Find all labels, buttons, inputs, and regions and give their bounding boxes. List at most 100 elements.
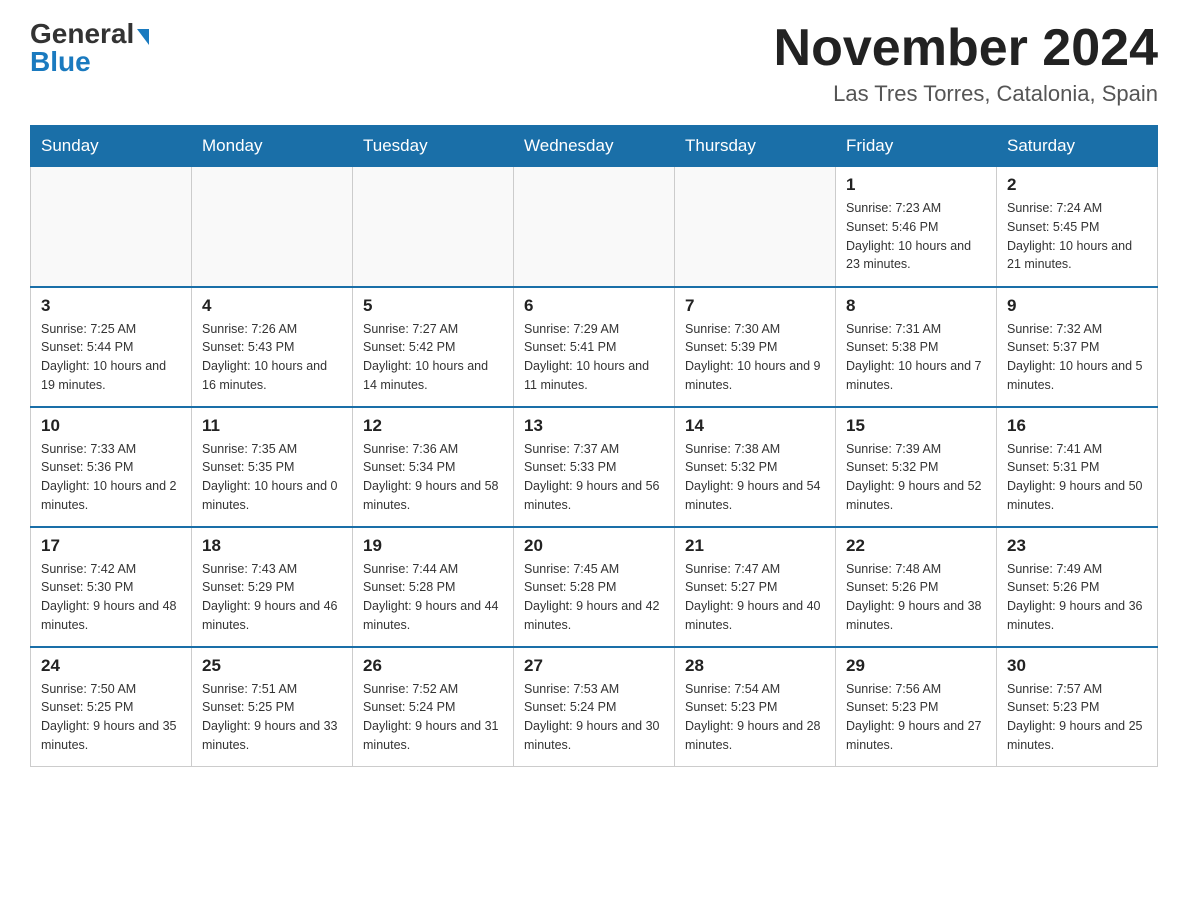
calendar-day-cell: 24 Sunrise: 7:50 AMSunset: 5:25 PMDayligh… xyxy=(31,647,192,767)
calendar-day-cell: 1 Sunrise: 7:23 AMSunset: 5:46 PMDaylight… xyxy=(836,167,997,287)
day-number: 23 xyxy=(1007,536,1147,556)
calendar-day-cell: 4 Sunrise: 7:26 AMSunset: 5:43 PMDaylight… xyxy=(192,287,353,407)
day-number: 22 xyxy=(846,536,986,556)
day-sun-info: Sunrise: 7:44 AMSunset: 5:28 PMDaylight:… xyxy=(363,562,499,632)
day-header-wednesday: Wednesday xyxy=(514,126,675,167)
calendar-day-cell: 11 Sunrise: 7:35 AMSunset: 5:35 PMDayligh… xyxy=(192,407,353,527)
day-sun-info: Sunrise: 7:36 AMSunset: 5:34 PMDaylight:… xyxy=(363,442,499,512)
calendar-week-row: 24 Sunrise: 7:50 AMSunset: 5:25 PMDayligh… xyxy=(31,647,1158,767)
calendar-week-row: 3 Sunrise: 7:25 AMSunset: 5:44 PMDaylight… xyxy=(31,287,1158,407)
day-sun-info: Sunrise: 7:39 AMSunset: 5:32 PMDaylight:… xyxy=(846,442,982,512)
day-header-monday: Monday xyxy=(192,126,353,167)
calendar-day-cell: 21 Sunrise: 7:47 AMSunset: 5:27 PMDayligh… xyxy=(675,527,836,647)
day-sun-info: Sunrise: 7:23 AMSunset: 5:46 PMDaylight:… xyxy=(846,201,971,271)
month-title: November 2024 xyxy=(774,20,1158,77)
calendar-header-row: SundayMondayTuesdayWednesdayThursdayFrid… xyxy=(31,126,1158,167)
day-number: 21 xyxy=(685,536,825,556)
day-number: 30 xyxy=(1007,656,1147,676)
day-number: 5 xyxy=(363,296,503,316)
day-number: 1 xyxy=(846,175,986,195)
day-number: 15 xyxy=(846,416,986,436)
day-number: 26 xyxy=(363,656,503,676)
day-number: 25 xyxy=(202,656,342,676)
logo-general-text: General xyxy=(30,20,134,48)
day-number: 9 xyxy=(1007,296,1147,316)
calendar-day-cell xyxy=(31,167,192,287)
calendar-day-cell: 25 Sunrise: 7:51 AMSunset: 5:25 PMDayligh… xyxy=(192,647,353,767)
day-number: 12 xyxy=(363,416,503,436)
location-subtitle: Las Tres Torres, Catalonia, Spain xyxy=(774,81,1158,107)
day-sun-info: Sunrise: 7:51 AMSunset: 5:25 PMDaylight:… xyxy=(202,682,338,752)
day-sun-info: Sunrise: 7:45 AMSunset: 5:28 PMDaylight:… xyxy=(524,562,660,632)
day-sun-info: Sunrise: 7:25 AMSunset: 5:44 PMDaylight:… xyxy=(41,322,166,392)
day-sun-info: Sunrise: 7:37 AMSunset: 5:33 PMDaylight:… xyxy=(524,442,660,512)
day-number: 10 xyxy=(41,416,181,436)
calendar-week-row: 17 Sunrise: 7:42 AMSunset: 5:30 PMDayligh… xyxy=(31,527,1158,647)
day-number: 8 xyxy=(846,296,986,316)
day-sun-info: Sunrise: 7:41 AMSunset: 5:31 PMDaylight:… xyxy=(1007,442,1143,512)
day-number: 18 xyxy=(202,536,342,556)
calendar-day-cell: 30 Sunrise: 7:57 AMSunset: 5:23 PMDayligh… xyxy=(997,647,1158,767)
day-sun-info: Sunrise: 7:57 AMSunset: 5:23 PMDaylight:… xyxy=(1007,682,1143,752)
day-sun-info: Sunrise: 7:33 AMSunset: 5:36 PMDaylight:… xyxy=(41,442,177,512)
day-sun-info: Sunrise: 7:56 AMSunset: 5:23 PMDaylight:… xyxy=(846,682,982,752)
day-sun-info: Sunrise: 7:29 AMSunset: 5:41 PMDaylight:… xyxy=(524,322,649,392)
day-number: 13 xyxy=(524,416,664,436)
calendar-table: SundayMondayTuesdayWednesdayThursdayFrid… xyxy=(30,125,1158,767)
day-sun-info: Sunrise: 7:48 AMSunset: 5:26 PMDaylight:… xyxy=(846,562,982,632)
day-sun-info: Sunrise: 7:31 AMSunset: 5:38 PMDaylight:… xyxy=(846,322,982,392)
calendar-day-cell: 23 Sunrise: 7:49 AMSunset: 5:26 PMDayligh… xyxy=(997,527,1158,647)
calendar-day-cell: 28 Sunrise: 7:54 AMSunset: 5:23 PMDayligh… xyxy=(675,647,836,767)
day-number: 24 xyxy=(41,656,181,676)
day-sun-info: Sunrise: 7:42 AMSunset: 5:30 PMDaylight:… xyxy=(41,562,177,632)
day-number: 3 xyxy=(41,296,181,316)
day-header-sunday: Sunday xyxy=(31,126,192,167)
day-sun-info: Sunrise: 7:27 AMSunset: 5:42 PMDaylight:… xyxy=(363,322,488,392)
calendar-day-cell: 17 Sunrise: 7:42 AMSunset: 5:30 PMDayligh… xyxy=(31,527,192,647)
day-number: 11 xyxy=(202,416,342,436)
day-number: 17 xyxy=(41,536,181,556)
day-sun-info: Sunrise: 7:26 AMSunset: 5:43 PMDaylight:… xyxy=(202,322,327,392)
day-header-saturday: Saturday xyxy=(997,126,1158,167)
calendar-day-cell: 7 Sunrise: 7:30 AMSunset: 5:39 PMDaylight… xyxy=(675,287,836,407)
day-sun-info: Sunrise: 7:24 AMSunset: 5:45 PMDaylight:… xyxy=(1007,201,1132,271)
day-number: 2 xyxy=(1007,175,1147,195)
calendar-day-cell: 16Sunrise: 7:41 AMSunset: 5:31 PMDayligh… xyxy=(997,407,1158,527)
calendar-day-cell: 12 Sunrise: 7:36 AMSunset: 5:34 PMDayligh… xyxy=(353,407,514,527)
day-sun-info: Sunrise: 7:30 AMSunset: 5:39 PMDaylight:… xyxy=(685,322,821,392)
calendar-day-cell xyxy=(675,167,836,287)
day-header-tuesday: Tuesday xyxy=(353,126,514,167)
calendar-day-cell: 26 Sunrise: 7:52 AMSunset: 5:24 PMDayligh… xyxy=(353,647,514,767)
calendar-day-cell: 18Sunrise: 7:43 AMSunset: 5:29 PMDayligh… xyxy=(192,527,353,647)
logo: General Blue xyxy=(30,20,149,76)
logo-blue-text: Blue xyxy=(30,48,91,76)
day-number: 6 xyxy=(524,296,664,316)
day-sun-info: Sunrise: 7:52 AMSunset: 5:24 PMDaylight:… xyxy=(363,682,499,752)
page-header: General Blue November 2024 Las Tres Torr… xyxy=(30,20,1158,107)
day-sun-info: Sunrise: 7:35 AMSunset: 5:35 PMDaylight:… xyxy=(202,442,338,512)
day-number: 4 xyxy=(202,296,342,316)
calendar-day-cell: 3 Sunrise: 7:25 AMSunset: 5:44 PMDaylight… xyxy=(31,287,192,407)
calendar-day-cell: 15 Sunrise: 7:39 AMSunset: 5:32 PMDayligh… xyxy=(836,407,997,527)
day-number: 29 xyxy=(846,656,986,676)
day-sun-info: Sunrise: 7:54 AMSunset: 5:23 PMDaylight:… xyxy=(685,682,821,752)
calendar-day-cell xyxy=(192,167,353,287)
calendar-week-row: 1 Sunrise: 7:23 AMSunset: 5:46 PMDaylight… xyxy=(31,167,1158,287)
calendar-day-cell: 10 Sunrise: 7:33 AMSunset: 5:36 PMDayligh… xyxy=(31,407,192,527)
calendar-day-cell: 20Sunrise: 7:45 AMSunset: 5:28 PMDayligh… xyxy=(514,527,675,647)
day-header-thursday: Thursday xyxy=(675,126,836,167)
calendar-day-cell: 8 Sunrise: 7:31 AMSunset: 5:38 PMDaylight… xyxy=(836,287,997,407)
day-sun-info: Sunrise: 7:47 AMSunset: 5:27 PMDaylight:… xyxy=(685,562,821,632)
day-number: 19 xyxy=(363,536,503,556)
calendar-day-cell: 13 Sunrise: 7:37 AMSunset: 5:33 PMDayligh… xyxy=(514,407,675,527)
calendar-week-row: 10 Sunrise: 7:33 AMSunset: 5:36 PMDayligh… xyxy=(31,407,1158,527)
day-number: 28 xyxy=(685,656,825,676)
day-number: 7 xyxy=(685,296,825,316)
day-sun-info: Sunrise: 7:50 AMSunset: 5:25 PMDaylight:… xyxy=(41,682,177,752)
day-sun-info: Sunrise: 7:49 AMSunset: 5:26 PMDaylight:… xyxy=(1007,562,1143,632)
calendar-day-cell xyxy=(353,167,514,287)
day-sun-info: Sunrise: 7:53 AMSunset: 5:24 PMDaylight:… xyxy=(524,682,660,752)
day-sun-info: Sunrise: 7:38 AMSunset: 5:32 PMDaylight:… xyxy=(685,442,821,512)
day-number: 27 xyxy=(524,656,664,676)
day-header-friday: Friday xyxy=(836,126,997,167)
